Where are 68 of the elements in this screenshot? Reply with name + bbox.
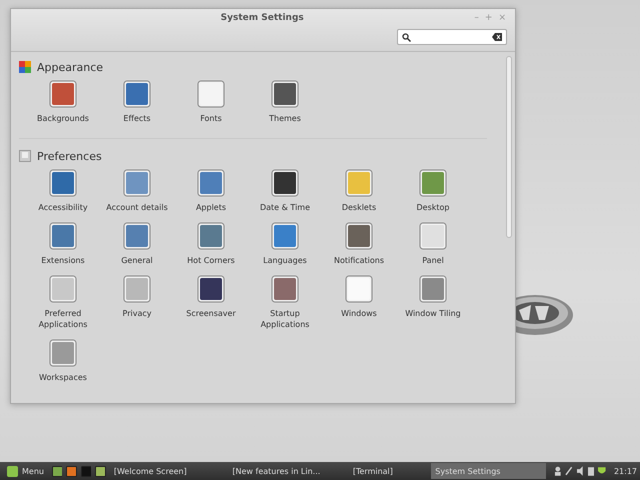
tile-icon bbox=[271, 80, 299, 108]
settings-item[interactable]: Date & Time bbox=[260, 202, 310, 213]
tile-icon bbox=[49, 80, 77, 108]
tile-icon bbox=[197, 169, 225, 197]
taskbar-window[interactable]: [Welcome Screen] bbox=[110, 463, 224, 479]
tile-icon bbox=[49, 222, 77, 250]
clock[interactable]: 21:17 bbox=[614, 466, 637, 476]
scrollbar[interactable] bbox=[506, 56, 512, 238]
settings-item[interactable]: Effects bbox=[123, 113, 151, 124]
menu-button[interactable]: Menu bbox=[3, 466, 48, 476]
settings-item[interactable]: Workspaces bbox=[39, 372, 87, 383]
user-icon[interactable] bbox=[554, 466, 562, 476]
window-title: System Settings bbox=[220, 13, 305, 23]
settings-item[interactable]: Backgrounds bbox=[37, 113, 89, 124]
tile-icon bbox=[419, 222, 447, 250]
settings-item[interactable]: Privacy bbox=[122, 308, 152, 319]
settings-item[interactable]: Preferred Applications bbox=[38, 308, 88, 330]
tile-icon bbox=[271, 169, 299, 197]
settings-item[interactable]: Hot Corners bbox=[187, 255, 235, 266]
shield-icon[interactable] bbox=[598, 466, 606, 476]
section-title: Appearance bbox=[37, 60, 104, 74]
settings-item[interactable]: Panel bbox=[422, 255, 444, 266]
taskbar-window[interactable]: [New features in Lin... bbox=[228, 463, 345, 479]
tile-icon bbox=[271, 222, 299, 250]
settings-item[interactable]: Applets bbox=[196, 202, 226, 213]
settings-item[interactable]: Window Tiling bbox=[405, 308, 461, 319]
tile-icon bbox=[197, 222, 225, 250]
settings-item[interactable]: Fonts bbox=[200, 113, 222, 124]
tile-icon bbox=[419, 169, 447, 197]
tile-icon bbox=[197, 80, 225, 108]
launcher-icon[interactable] bbox=[52, 466, 62, 476]
settings-item[interactable]: Desklets bbox=[342, 202, 376, 213]
clear-icon[interactable] bbox=[492, 33, 502, 41]
tile-icon bbox=[345, 169, 373, 197]
tile-icon bbox=[345, 222, 373, 250]
tile-icon bbox=[49, 275, 77, 303]
palette-icon bbox=[19, 61, 31, 73]
tile-icon bbox=[123, 80, 151, 108]
tile-icon bbox=[123, 169, 151, 197]
tile-icon bbox=[49, 169, 77, 197]
tile-icon bbox=[197, 275, 225, 303]
settings-item[interactable]: Screensaver bbox=[186, 308, 236, 319]
taskbar-window[interactable]: [Terminal] bbox=[348, 463, 428, 479]
settings-item[interactable]: Windows bbox=[341, 308, 377, 319]
settings-item[interactable]: Extensions bbox=[41, 255, 85, 266]
settings-item[interactable]: General bbox=[121, 255, 153, 266]
tile-icon bbox=[419, 275, 447, 303]
taskbar-window[interactable]: System Settings bbox=[431, 463, 546, 479]
settings-item[interactable]: Themes bbox=[269, 113, 301, 124]
launcher-icon[interactable] bbox=[66, 466, 77, 476]
pen-icon[interactable] bbox=[565, 466, 574, 476]
section-title: Preferences bbox=[37, 150, 102, 162]
settings-item[interactable]: Startup Applications bbox=[260, 308, 310, 330]
tile-icon bbox=[271, 275, 299, 303]
panel-icon bbox=[19, 150, 31, 162]
search-field[interactable] bbox=[397, 29, 507, 45]
tile-icon bbox=[123, 222, 151, 250]
settings-item[interactable]: Languages bbox=[263, 255, 307, 266]
tile-icon bbox=[123, 275, 151, 303]
menu-icon bbox=[7, 466, 18, 476]
settings-item[interactable]: Desktop bbox=[416, 202, 450, 213]
tile-icon bbox=[49, 339, 77, 367]
volume-icon[interactable] bbox=[577, 466, 584, 476]
settings-item[interactable]: Accessibility bbox=[38, 202, 88, 213]
search-icon bbox=[402, 32, 411, 42]
settings-item[interactable]: Notifications bbox=[334, 255, 384, 266]
settings-item[interactable]: Account details bbox=[106, 202, 168, 213]
tile-icon bbox=[345, 275, 373, 303]
